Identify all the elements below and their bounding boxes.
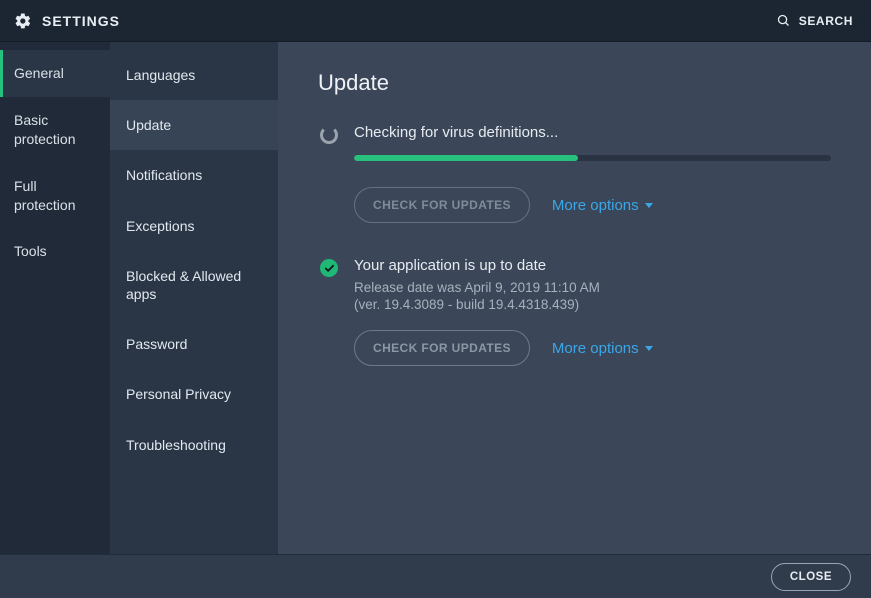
sidebar-secondary-item-notifications[interactable]: Notifications <box>110 150 278 200</box>
app-root: SETTINGS SEARCH General Basic protection… <box>0 0 871 598</box>
virus-definitions-status: Checking for virus definitions... <box>354 124 831 141</box>
application-update-block: Your application is up to date Release d… <box>318 257 831 366</box>
check-updates-button-application[interactable]: CHECK FOR UPDATES <box>354 330 530 366</box>
application-version: (ver. 19.4.3089 - build 19.4.4318.439) <box>354 297 831 312</box>
sidebar-secondary-item-personal-privacy[interactable]: Personal Privacy <box>110 369 278 419</box>
sidebar-secondary-item-update[interactable]: Update <box>110 100 278 150</box>
more-options-label: More options <box>552 197 639 214</box>
search-label: SEARCH <box>799 14 853 28</box>
sidebar-primary: General Basic protection Full protection… <box>0 42 110 554</box>
progress-bar-fill <box>354 155 578 161</box>
virus-definitions-block: Checking for virus definitions... CHECK … <box>318 124 831 223</box>
main-content: Update Checking for virus definitions...… <box>278 42 871 554</box>
sidebar-primary-item-full-protection[interactable]: Full protection <box>0 163 110 229</box>
application-update-actions: CHECK FOR UPDATES More options <box>354 330 831 366</box>
more-options-link-application[interactable]: More options <box>552 340 653 357</box>
progress-bar <box>354 155 831 161</box>
application-update-content: Your application is up to date Release d… <box>354 257 831 366</box>
sidebar-primary-item-tools[interactable]: Tools <box>0 228 110 275</box>
check-icon <box>318 257 340 366</box>
check-updates-button-definitions[interactable]: CHECK FOR UPDATES <box>354 187 530 223</box>
sidebar-secondary-item-password[interactable]: Password <box>110 319 278 369</box>
application-update-status: Your application is up to date <box>354 257 831 274</box>
application-release-date: Release date was April 9, 2019 11:10 AM <box>354 280 831 295</box>
page-title: SETTINGS <box>42 13 120 29</box>
sidebar-secondary-item-exceptions[interactable]: Exceptions <box>110 201 278 251</box>
virus-definitions-content: Checking for virus definitions... CHECK … <box>354 124 831 223</box>
sidebar-primary-item-general[interactable]: General <box>0 50 110 97</box>
spinner-icon <box>318 124 340 223</box>
chevron-down-icon <box>645 346 653 351</box>
topbar: SETTINGS SEARCH <box>0 0 871 42</box>
more-options-link-definitions[interactable]: More options <box>552 197 653 214</box>
body: General Basic protection Full protection… <box>0 42 871 554</box>
sidebar-secondary: Languages Update Notifications Exception… <box>110 42 278 554</box>
footer: CLOSE <box>0 554 871 598</box>
virus-definitions-actions: CHECK FOR UPDATES More options <box>354 187 831 223</box>
sidebar-primary-item-basic-protection[interactable]: Basic protection <box>0 97 110 163</box>
search-icon <box>776 13 791 28</box>
close-button[interactable]: CLOSE <box>771 563 851 591</box>
sidebar-secondary-item-languages[interactable]: Languages <box>110 50 278 100</box>
more-options-label: More options <box>552 340 639 357</box>
main-heading: Update <box>318 70 831 96</box>
chevron-down-icon <box>645 203 653 208</box>
gear-icon <box>14 12 32 30</box>
sidebar-secondary-item-blocked-allowed[interactable]: Blocked & Allowed apps <box>110 251 278 319</box>
search-button[interactable]: SEARCH <box>776 13 853 28</box>
sidebar-secondary-item-troubleshooting[interactable]: Troubleshooting <box>110 420 278 470</box>
